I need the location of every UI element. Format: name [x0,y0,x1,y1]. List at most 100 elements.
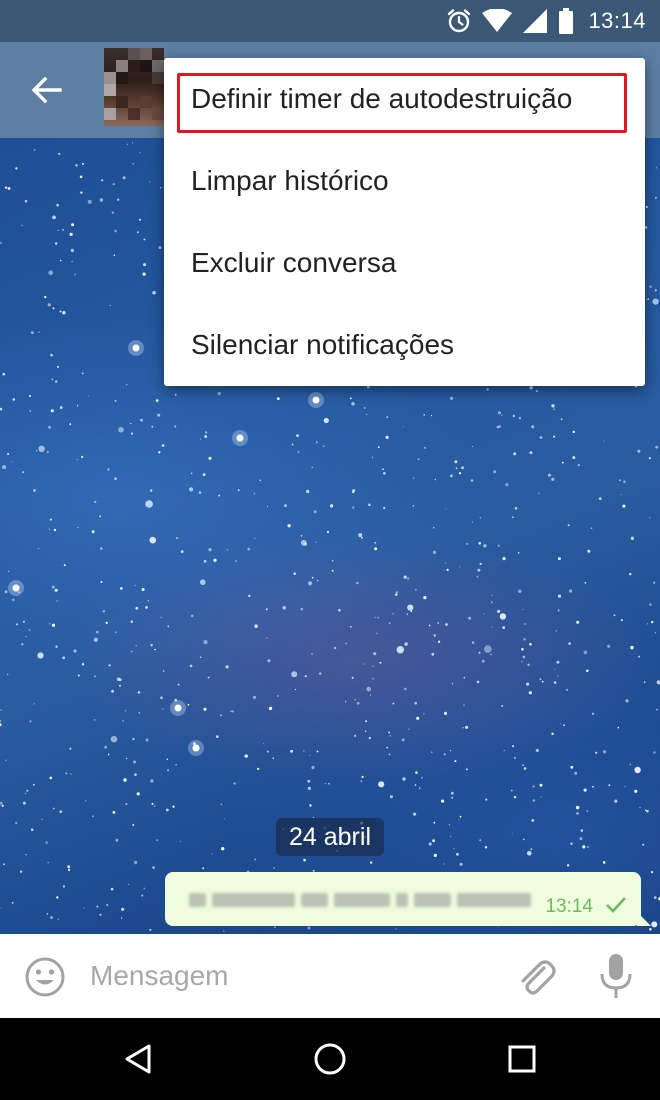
star [22,471,24,473]
star [523,838,525,841]
menu-item-clear-history[interactable]: Limpar histórico [164,140,645,222]
star [203,707,207,711]
star [372,678,374,680]
star [15,167,18,170]
star [388,731,391,734]
menu-item-mute-notifications[interactable]: Silenciar notificações [164,304,645,386]
star [21,224,23,226]
star [308,581,313,586]
star [352,491,354,494]
star [284,504,287,508]
star [377,617,379,619]
star [651,921,658,928]
star [70,248,75,253]
star [49,518,52,521]
star [454,760,457,763]
star [526,682,530,686]
star [345,643,347,645]
star [458,819,460,821]
star [150,644,153,647]
star [56,203,59,207]
star [134,584,136,586]
star [423,713,425,715]
emoji-icon[interactable] [24,956,66,998]
star [535,390,539,393]
star [360,780,363,783]
menu-item-delete-chat[interactable]: Excluir conversa [164,222,645,304]
star [338,608,341,612]
star [388,753,391,756]
star [503,749,505,752]
star [3,863,5,865]
star [33,783,35,786]
star [217,391,221,396]
star [22,620,25,623]
star [617,726,620,729]
star [162,708,164,710]
star [654,289,657,292]
star [625,699,629,703]
star [463,704,465,706]
star [326,530,330,534]
star [133,760,137,764]
star [307,779,311,783]
message-bubble[interactable]: 13:14 [165,872,651,926]
nav-recents-button[interactable] [502,1039,542,1079]
star [404,643,407,646]
star [365,720,368,723]
star [136,792,140,796]
star [268,706,273,711]
star [76,459,78,461]
star [224,818,225,820]
star [83,907,85,909]
star [111,689,114,693]
star [110,735,118,743]
star [143,238,146,241]
star [253,492,256,495]
back-button[interactable] [22,70,70,110]
star [114,399,117,402]
star [331,569,334,572]
star [450,835,452,838]
star [643,681,646,683]
star [7,453,10,455]
nav-home-button[interactable] [310,1039,350,1079]
star [524,623,526,625]
paperclip-icon[interactable] [514,954,558,998]
star [136,231,139,234]
star [561,461,564,464]
star [385,435,389,439]
star [541,680,544,683]
star [396,591,398,594]
star [2,372,6,376]
star [130,422,132,425]
star [389,735,392,737]
star [131,650,133,653]
star [614,799,618,803]
star [115,838,119,842]
star [161,444,165,447]
star [458,472,462,475]
highlight-box [177,73,627,133]
microphone-icon[interactable] [596,952,636,1000]
star [443,711,448,716]
star [465,768,468,771]
message-input[interactable] [90,954,490,998]
nav-back-button[interactable] [118,1039,158,1079]
star [386,746,389,749]
star [207,676,210,679]
star [59,406,63,409]
avatar[interactable] [104,48,164,126]
star [57,365,59,368]
star [450,474,453,478]
star [92,815,94,817]
star [174,393,177,396]
star [122,176,126,180]
star [501,414,503,416]
star [49,776,53,780]
star [231,710,234,713]
star [55,645,58,648]
star [459,815,462,818]
star [51,378,54,381]
star [300,607,304,611]
